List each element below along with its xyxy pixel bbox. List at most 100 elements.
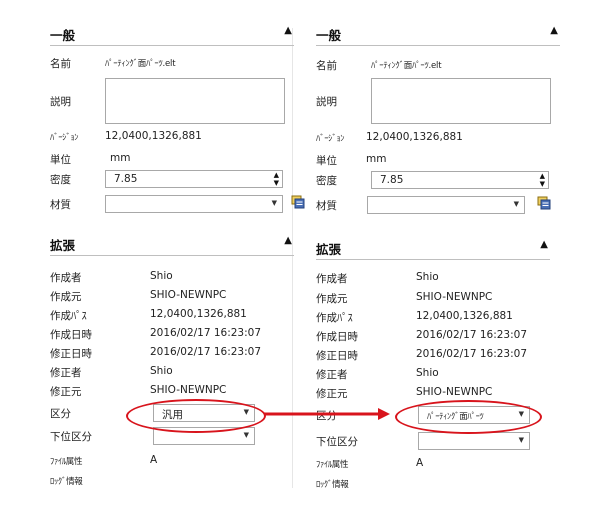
database-browse-icon[interactable]: [291, 195, 305, 209]
mod-origin-row: 修正元 SHIO-NEWNPC: [316, 384, 566, 402]
section-general-header[interactable]: 一般 ▲: [50, 22, 294, 46]
chevron-up-icon[interactable]: ▲: [550, 25, 558, 36]
database-browse-icon[interactable]: [537, 196, 551, 210]
mod-origin-value: SHIO-NEWNPC: [150, 384, 227, 396]
density-label: 密度: [50, 174, 71, 186]
modifier-row: 修正者 Shio: [316, 365, 566, 383]
unit-value: mm: [110, 152, 131, 164]
log-row: ﾛｯｸﾞ情報: [50, 472, 300, 490]
modified-row: 修正日時 2016/02/17 16:23:07: [50, 344, 300, 362]
name-label: 名前: [316, 60, 337, 72]
log-row: ﾛｯｸﾞ情報: [316, 475, 566, 493]
description-field[interactable]: [371, 78, 551, 124]
chevron-up-icon[interactable]: ▲: [540, 239, 548, 250]
file-attr-value: A: [416, 457, 424, 469]
density-input[interactable]: 7.85 ▲ ▼: [371, 171, 549, 189]
section-divider: [50, 45, 294, 46]
unit-value: mm: [366, 153, 387, 165]
material-label: 材質: [50, 199, 71, 211]
path-row: 作成ﾊﾟｽ 12,0400,1326,881: [316, 308, 566, 326]
section-divider: [50, 255, 294, 256]
path-label: 作成ﾊﾟｽ: [50, 310, 87, 322]
unit-row: 単位 mm: [50, 150, 300, 168]
material-select[interactable]: ▼: [105, 195, 283, 213]
modified-label: 修正日時: [50, 348, 92, 360]
name-row: 名前 ﾊﾟｰﾃｨﾝｸﾞ面ﾊﾟｰﾂ.elt: [316, 56, 566, 74]
chevron-down-icon: ▼: [518, 436, 524, 444]
mod-origin-value: SHIO-NEWNPC: [416, 386, 493, 398]
spinner-icon[interactable]: ▲ ▼: [540, 172, 545, 188]
section-extension-header[interactable]: 拡張 ▲: [50, 232, 294, 256]
file-attr-value: A: [150, 454, 158, 466]
highlight-oval-after: [395, 400, 542, 434]
path-value: 12,0400,1326,881: [416, 310, 513, 322]
name-value: ﾊﾟｰﾃｨﾝｸﾞ面ﾊﾟｰﾂ.elt: [105, 59, 176, 69]
creator-value: Shio: [416, 271, 439, 283]
log-label: ﾛｯｸﾞ情報: [50, 477, 83, 487]
section-divider: [316, 45, 560, 46]
density-input[interactable]: 7.85 ▲ ▼: [105, 170, 283, 188]
creator-row: 作成者 Shio: [50, 268, 300, 286]
file-attr-label: ﾌｧｲﾙ属性: [316, 460, 349, 470]
created-value: 2016/02/17 16:23:07: [416, 329, 528, 341]
created-value: 2016/02/17 16:23:07: [150, 327, 262, 339]
section-title: 一般: [316, 28, 342, 43]
creator-label: 作成者: [50, 272, 82, 284]
version-row: ﾊﾞｰｼﾞｮﾝ 12,0400,1326,881: [316, 129, 566, 147]
density-value: 7.85: [380, 174, 404, 186]
subcategory-label: 下位区分: [50, 431, 92, 443]
material-row: 材質 ▼: [316, 196, 566, 214]
modifier-label: 修正者: [316, 369, 348, 381]
chevron-up-icon[interactable]: ▲: [284, 235, 292, 246]
path-label: 作成ﾊﾟｽ: [316, 312, 353, 324]
unit-row: 単位 mm: [316, 151, 566, 169]
origin-label: 作成元: [316, 293, 348, 305]
mod-origin-label: 修正元: [50, 386, 82, 398]
creator-value: Shio: [150, 270, 173, 282]
section-title: 一般: [50, 28, 76, 43]
section-general-header[interactable]: 一般 ▲: [316, 22, 560, 46]
creator-label: 作成者: [316, 273, 348, 285]
version-label: ﾊﾞｰｼﾞｮﾝ: [50, 133, 79, 143]
density-row: 密度 7.85 ▲ ▼: [50, 170, 300, 188]
chevron-down-icon: ▼: [243, 431, 249, 439]
unit-label: 単位: [50, 154, 71, 166]
modifier-value: Shio: [150, 365, 173, 377]
category-label: 区分: [50, 408, 71, 420]
section-divider: [316, 259, 550, 260]
density-label: 密度: [316, 175, 337, 187]
origin-row: 作成元 SHIO-NEWNPC: [50, 287, 300, 305]
modified-row: 修正日時 2016/02/17 16:23:07: [316, 346, 566, 364]
modifier-value: Shio: [416, 367, 439, 379]
unit-label: 単位: [316, 155, 337, 167]
modified-label: 修正日時: [316, 350, 358, 362]
created-label: 作成日時: [316, 331, 358, 343]
modifier-label: 修正者: [50, 367, 82, 379]
creator-row: 作成者 Shio: [316, 269, 566, 287]
version-value: 12,0400,1326,881: [366, 131, 463, 143]
spinner-icon[interactable]: ▲ ▼: [274, 171, 279, 187]
file-attr-label: ﾌｧｲﾙ属性: [50, 457, 83, 467]
name-value: ﾊﾟｰﾃｨﾝｸﾞ面ﾊﾟｰﾂ.elt: [371, 61, 442, 71]
mod-origin-row: 修正元 SHIO-NEWNPC: [50, 382, 300, 400]
material-row: 材質 ▼: [50, 195, 305, 213]
material-select[interactable]: ▼: [367, 196, 525, 214]
subcategory-select[interactable]: ▼: [418, 432, 530, 450]
file-attr-row: ﾌｧｲﾙ属性 A: [316, 455, 566, 473]
density-row: 密度 7.85 ▲ ▼: [316, 171, 566, 189]
description-row: 説明: [316, 78, 566, 124]
chevron-up-icon[interactable]: ▲: [284, 25, 292, 36]
created-row: 作成日時 2016/02/17 16:23:07: [50, 325, 300, 343]
mod-origin-label: 修正元: [316, 388, 348, 400]
section-title: 拡張: [316, 242, 342, 257]
origin-label: 作成元: [50, 291, 82, 303]
created-label: 作成日時: [50, 329, 92, 341]
file-attr-row: ﾌｧｲﾙ属性 A: [50, 452, 300, 470]
origin-value: SHIO-NEWNPC: [150, 289, 227, 301]
description-field[interactable]: [105, 78, 285, 124]
modified-value: 2016/02/17 16:23:07: [416, 348, 528, 360]
origin-row: 作成元 SHIO-NEWNPC: [316, 289, 566, 307]
created-row: 作成日時 2016/02/17 16:23:07: [316, 327, 566, 345]
section-extension-header[interactable]: 拡張 ▲: [316, 236, 550, 260]
path-row: 作成ﾊﾟｽ 12,0400,1326,881: [50, 306, 300, 324]
